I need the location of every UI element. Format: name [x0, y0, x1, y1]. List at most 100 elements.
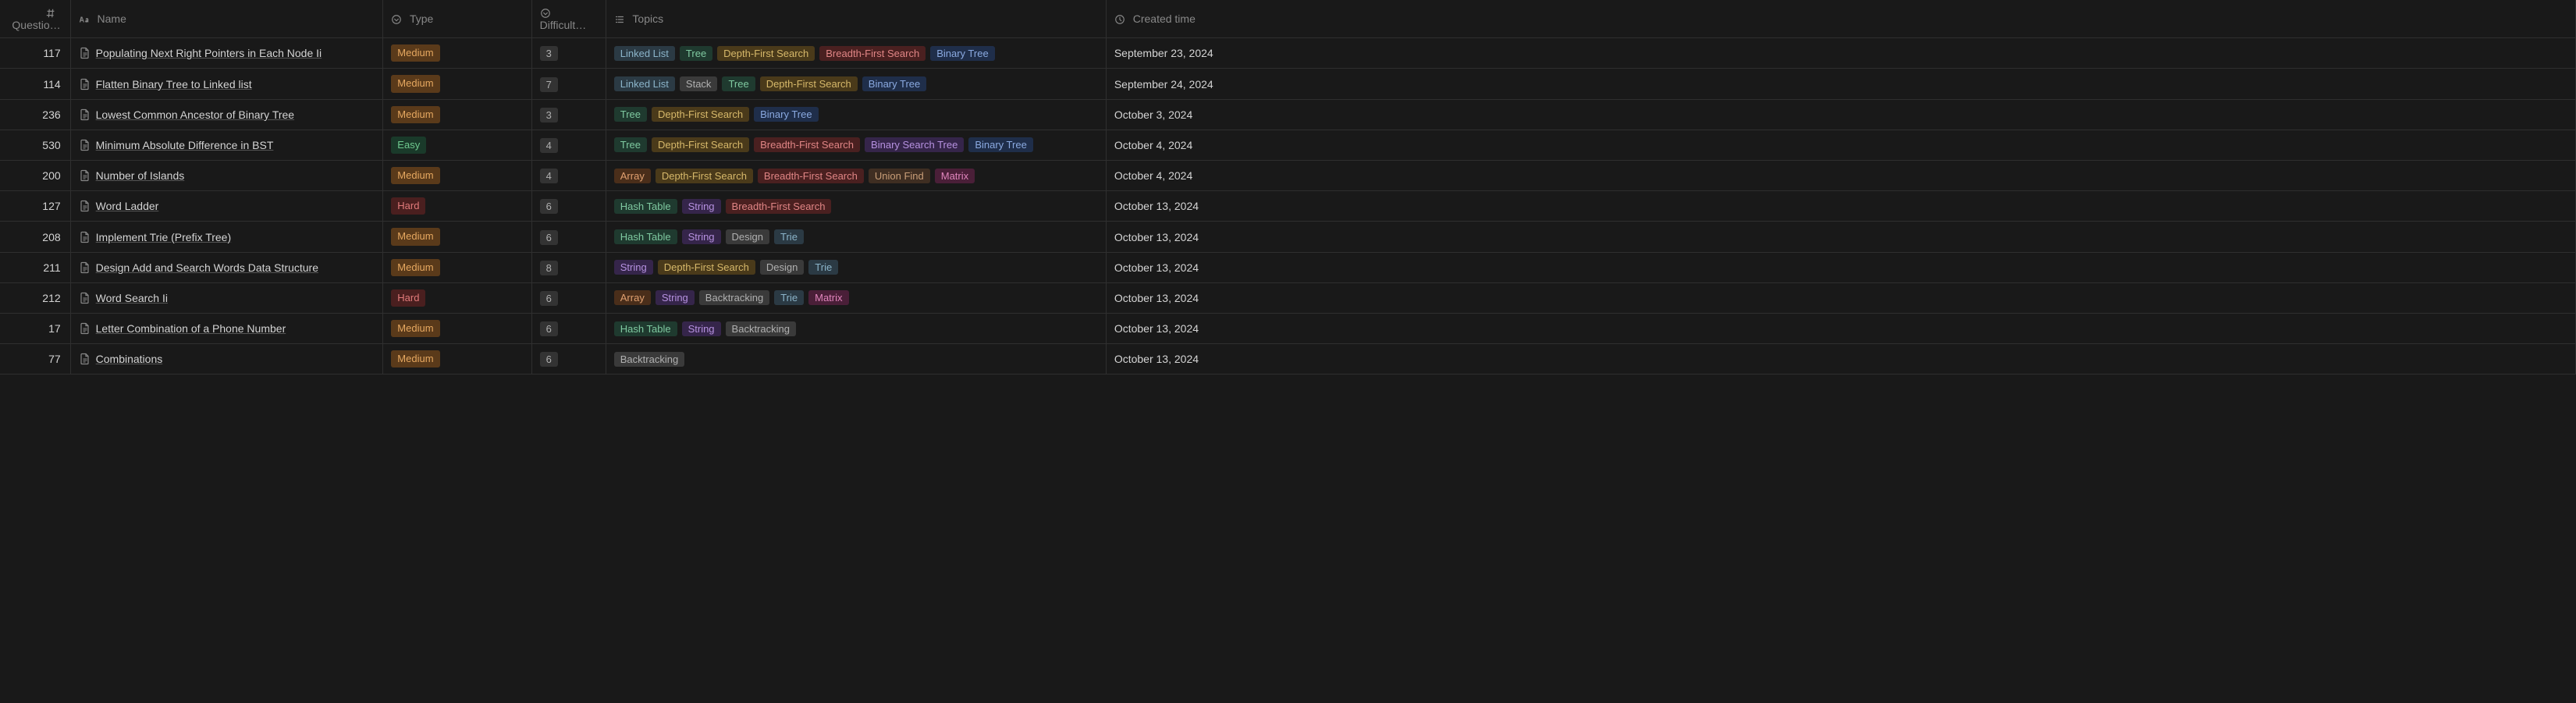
created-time: October 13, 2024 [1114, 231, 1199, 243]
problem-name[interactable]: Number of Islands [96, 169, 185, 182]
table-row[interactable]: 236 Lowest Common Ancestor of Binary Tree… [0, 99, 2576, 130]
type-pill: Hard [391, 289, 425, 307]
name-wrapper: Letter Combination of a Phone Number [79, 322, 375, 335]
created-cell: October 3, 2024 [1106, 99, 2575, 130]
created-cell: October 4, 2024 [1106, 161, 2575, 191]
created-cell: October 13, 2024 [1106, 252, 2575, 282]
problem-name[interactable]: Design Add and Search Words Data Structu… [96, 261, 318, 274]
created-cell: October 13, 2024 [1106, 313, 2575, 343]
problem-name[interactable]: Minimum Absolute Difference in BST [96, 139, 274, 151]
table-row[interactable]: 77CombinationsMedium6BacktrackingOctober… [0, 344, 2576, 375]
question-number-cell: 211 [0, 252, 70, 282]
question-number-cell: 127 [0, 191, 70, 222]
difficulty-cell: 8 [531, 252, 606, 282]
type-cell: Medium [383, 222, 531, 252]
topic-tag: Binary Tree [968, 137, 1032, 152]
created-cell: October 13, 2024 [1106, 222, 2575, 252]
table-row[interactable]: 117Populating Next Right Pointers in Eac… [0, 38, 2576, 69]
name-cell[interactable]: Design Add and Search Words Data Structu… [70, 252, 383, 282]
table-row[interactable]: 212Word Search IiHard6ArrayStringBacktra… [0, 282, 2576, 313]
topic-tag: Matrix [935, 169, 975, 183]
name-wrapper: Implement Trie (Prefix Tree) [79, 231, 375, 243]
topics-cell: TreeDepth-First SearchBreadth-First Sear… [606, 130, 1106, 160]
name-cell[interactable]: Flatten Binary Tree to Linked list [70, 69, 383, 99]
topic-tag: Binary Tree [862, 76, 926, 91]
type-pill: Medium [391, 167, 439, 184]
name-wrapper: Number of Islands [79, 169, 375, 182]
difficulty-cell: 7 [531, 69, 606, 99]
select-icon [540, 8, 551, 19]
name-cell[interactable]: Minimum Absolute Difference in BST [70, 130, 383, 160]
name-cell[interactable]: Combinations [70, 344, 383, 375]
name-cell[interactable]: Word Search Ii [70, 282, 383, 313]
table-row[interactable]: 530 Minimum Absolute Difference in BST Eas… [0, 130, 2576, 160]
problem-name[interactable]: Word Ladder [96, 200, 159, 212]
table-row[interactable]: 17Letter Combination of a Phone NumberMe… [0, 313, 2576, 343]
topics-wrap: ArrayStringBacktrackingTrieMatrix [614, 290, 1098, 305]
header-question[interactable]: Questio… [0, 0, 70, 38]
problem-name[interactable]: Implement Trie (Prefix Tree) [96, 231, 232, 243]
table-row[interactable]: 211 Design Add and Search Words Data Stru… [0, 252, 2576, 282]
topics-cell: ArrayDepth-First SearchBreadth-First Sea… [606, 161, 1106, 191]
table-row[interactable]: 127 Word Ladder Hard 6Hash TableStringBread… [0, 191, 2576, 222]
topic-tag: Binary Tree [754, 107, 818, 122]
difficulty-cell: 6 [531, 282, 606, 313]
header-name[interactable]: Name [70, 0, 383, 38]
problem-name[interactable]: Lowest Common Ancestor of Binary Tree [96, 108, 294, 121]
header-difficulty[interactable]: Difficult… [531, 0, 606, 38]
question-number-cell: 530 [0, 130, 70, 160]
name-wrapper: Design Add and Search Words Data Structu… [79, 261, 375, 274]
type-cell: Medium [383, 69, 531, 99]
topic-tag: Breadth-First Search [726, 199, 832, 214]
problem-name[interactable]: Flatten Binary Tree to Linked list [96, 78, 252, 91]
document-icon [79, 200, 91, 212]
topic-tag: Binary Tree [930, 46, 994, 61]
problem-name[interactable]: Word Search Ii [96, 292, 168, 304]
difficulty-cell: 4 [531, 130, 606, 160]
difficulty-value: 7 [540, 77, 558, 92]
question-number: 236 [42, 108, 60, 121]
document-icon [79, 139, 91, 151]
topic-tag: Breadth-First Search [758, 169, 864, 183]
table-row[interactable]: 200 Number of Islands Medium 4ArrayDepth-Fi… [0, 161, 2576, 191]
created-time: October 3, 2024 [1114, 108, 1192, 121]
topic-tag: Hash Table [614, 229, 677, 244]
topics-wrap: Linked ListStackTreeDepth-First SearchBi… [614, 76, 1098, 91]
table-row[interactable]: 114Flatten Binary Tree to Linked listMed… [0, 69, 2576, 99]
select-icon [391, 14, 402, 25]
name-cell[interactable]: Implement Trie (Prefix Tree) [70, 222, 383, 252]
problem-name[interactable]: Populating Next Right Pointers in Each N… [96, 47, 322, 59]
problem-name[interactable]: Combinations [96, 353, 163, 365]
topic-tag: Hash Table [614, 321, 677, 336]
name-cell[interactable]: Populating Next Right Pointers in Each N… [70, 38, 383, 69]
difficulty-value: 3 [540, 46, 558, 61]
header-created[interactable]: Created time [1106, 0, 2575, 38]
header-topics[interactable]: Topics [606, 0, 1106, 38]
header-question-label: Questio… [12, 19, 60, 31]
question-number-cell: 77 [0, 344, 70, 375]
problem-name[interactable]: Letter Combination of a Phone Number [96, 322, 286, 335]
name-cell[interactable]: Word Ladder [70, 191, 383, 222]
topic-tag: Array [614, 290, 651, 305]
name-wrapper: Lowest Common Ancestor of Binary Tree [79, 108, 375, 121]
difficulty-cell: 4 [531, 161, 606, 191]
question-number: 200 [42, 169, 60, 182]
created-cell: October 4, 2024 [1106, 130, 2575, 160]
question-number-cell: 200 [0, 161, 70, 191]
name-cell[interactable]: Letter Combination of a Phone Number [70, 313, 383, 343]
topics-wrap: TreeDepth-First SearchBreadth-First Sear… [614, 137, 1098, 152]
name-cell[interactable]: Number of Islands [70, 161, 383, 191]
topic-tag: Depth-First Search [656, 169, 753, 183]
topic-tag: Trie [808, 260, 838, 275]
type-pill: Hard [391, 197, 425, 215]
name-cell[interactable]: Lowest Common Ancestor of Binary Tree [70, 99, 383, 130]
document-icon [79, 169, 91, 182]
type-pill: Easy [391, 137, 426, 154]
difficulty-cell: 6 [531, 191, 606, 222]
header-type[interactable]: Type [383, 0, 531, 38]
table-row[interactable]: 208Implement Trie (Prefix Tree)Medium6Ha… [0, 222, 2576, 252]
topics-cell: Hash TableStringBreadth-First Search [606, 191, 1106, 222]
type-pill: Medium [391, 44, 439, 62]
problems-table: Questio… Name Type Difficult… Topics [0, 0, 2576, 375]
created-time: September 24, 2024 [1114, 78, 1213, 91]
